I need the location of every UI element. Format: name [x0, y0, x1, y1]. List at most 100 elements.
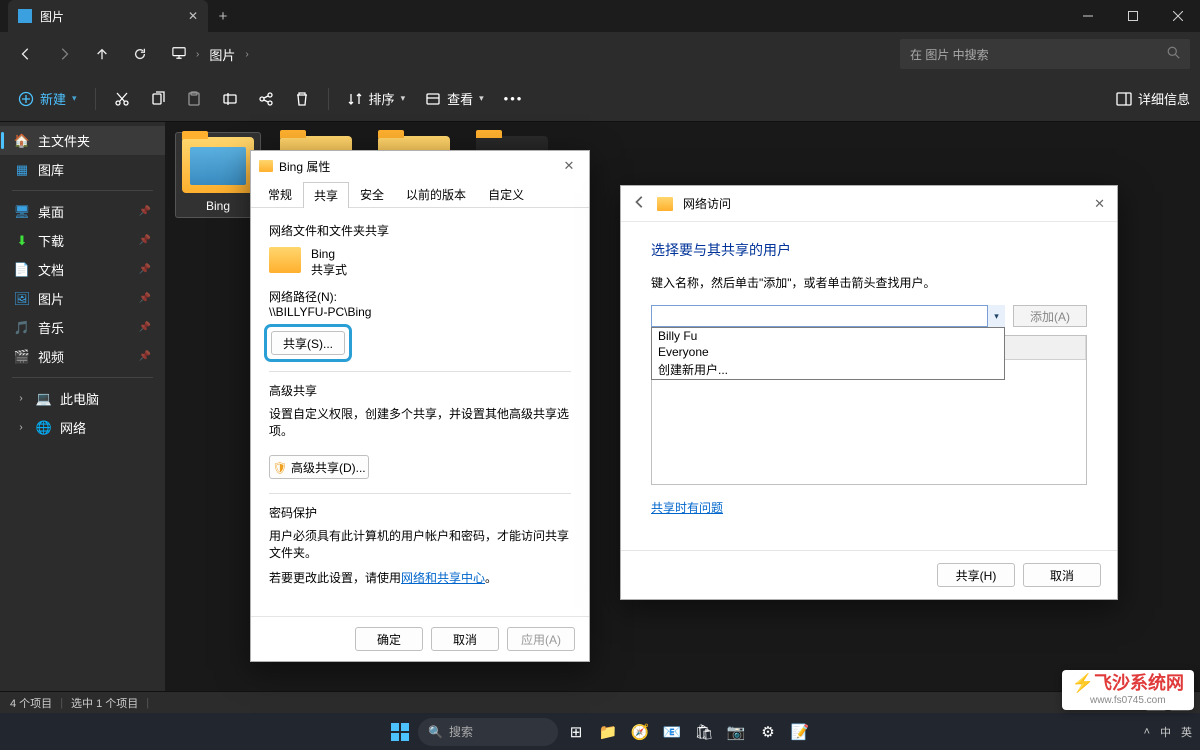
network-center-link[interactable]: 网络和共享中心	[401, 571, 485, 585]
taskbar-app-icon[interactable]: 🧭	[626, 718, 654, 746]
sidebar-item-downloads[interactable]: ⬇ 下载 📌	[0, 226, 165, 255]
item-count: 4 个项目	[10, 695, 52, 711]
user-input[interactable]	[651, 305, 1005, 327]
cancel-button[interactable]: 取消	[1023, 563, 1101, 587]
sidebar-item-gallery[interactable]: ▦ 图库	[0, 155, 165, 184]
dropdown-button[interactable]: ▾	[987, 305, 1005, 327]
window-tab[interactable]: 图片 ✕	[8, 0, 208, 32]
taskbar-search[interactable]: 🔍 搜索	[418, 718, 558, 746]
back-button[interactable]	[10, 38, 42, 70]
cut-button[interactable]	[106, 83, 138, 115]
forward-button[interactable]	[48, 38, 80, 70]
new-button[interactable]: 新建 ▾	[10, 83, 85, 115]
tray-chevron-icon[interactable]: ˄	[1144, 726, 1150, 738]
taskbar-app-icon[interactable]: 📷	[722, 718, 750, 746]
tab-sharing[interactable]: 共享	[303, 182, 349, 208]
sidebar-item-network[interactable]: › 🌐 网络	[0, 413, 165, 442]
pictures-icon	[18, 9, 32, 23]
chevron-down-icon: ▾	[401, 93, 406, 104]
close-button[interactable]	[1155, 0, 1200, 32]
sidebar-item-home[interactable]: 🏠 主文件夹	[0, 126, 165, 155]
sort-button[interactable]: 排序 ▾	[339, 83, 414, 115]
folder-name: Bing	[311, 247, 347, 261]
share-button[interactable]: 共享(H)	[937, 563, 1015, 587]
more-button[interactable]: •••	[496, 83, 532, 115]
sidebar-item-pictures[interactable]: 🖼 图片 📌	[0, 284, 165, 313]
dialog-titlebar[interactable]: Bing 属性 ✕	[251, 151, 589, 181]
close-icon[interactable]: ✕	[557, 158, 581, 174]
rename-button[interactable]	[214, 83, 246, 115]
share-button[interactable]	[250, 83, 282, 115]
ok-button[interactable]: 确定	[355, 627, 423, 651]
user-option[interactable]: Billy Fu	[652, 328, 1004, 344]
sidebar-item-desktop[interactable]: 🖥 桌面 📌	[0, 197, 165, 226]
network-path: \\BILLYFU-PC\Bing	[269, 305, 571, 319]
add-button[interactable]: 添加(A)	[1013, 305, 1087, 327]
chevron-right-icon: ›	[196, 49, 199, 60]
details-pane-button[interactable]: 详细信息	[1116, 89, 1190, 108]
pin-icon: 📌	[139, 264, 151, 275]
new-tab-button[interactable]: +	[208, 0, 238, 32]
sharing-help-link[interactable]: 共享时有问题	[651, 501, 723, 515]
share-button[interactable]: 共享(S)...	[271, 331, 345, 355]
password-description: 用户必须具有此计算机的用户帐户和密码，才能访问共享文件夹。	[269, 527, 571, 561]
user-dropdown-list: Billy Fu Everyone 创建新用户...	[651, 327, 1005, 380]
refresh-button[interactable]	[124, 38, 156, 70]
user-combobox[interactable]: ▾ Billy Fu Everyone 创建新用户...	[651, 305, 1005, 327]
navigation-pane: 🏠 主文件夹 ▦ 图库 🖥 桌面 📌 ⬇ 下载 📌 📄 文档 📌 🖼 图片 📌	[0, 122, 165, 714]
network-icon: 🌐	[36, 420, 52, 436]
sidebar-item-thispc[interactable]: › 💻 此电脑	[0, 384, 165, 413]
taskbar-app-icon[interactable]: 📧	[658, 718, 686, 746]
video-icon: 🎬	[14, 349, 30, 365]
search-placeholder: 在 图片 中搜索	[910, 46, 989, 63]
tab-general[interactable]: 常规	[257, 181, 303, 207]
paste-button[interactable]	[178, 83, 210, 115]
folder-icon	[259, 160, 273, 172]
user-option[interactable]: 创建新用户...	[652, 360, 1004, 379]
apply-button[interactable]: 应用(A)	[507, 627, 575, 651]
sidebar-item-music[interactable]: 🎵 音乐 📌	[0, 313, 165, 342]
sidebar-item-videos[interactable]: 🎬 视频 📌	[0, 342, 165, 371]
taskbar-app-icon[interactable]: 🛍	[690, 718, 718, 746]
computer-icon: 💻	[36, 391, 52, 407]
up-button[interactable]	[86, 38, 118, 70]
user-option[interactable]: Everyone	[652, 344, 1004, 360]
taskbar-app-icon[interactable]: ⚙	[754, 718, 782, 746]
section-heading: 密码保护	[269, 504, 571, 521]
ime-sub-indicator[interactable]: 英	[1181, 724, 1192, 740]
sidebar-item-documents[interactable]: 📄 文档 📌	[0, 255, 165, 284]
view-button[interactable]: 查看 ▾	[417, 83, 492, 115]
folder-icon	[657, 197, 673, 211]
breadcrumb[interactable]: › 图片 ›	[162, 45, 259, 64]
start-button[interactable]	[386, 718, 414, 746]
chevron-right-icon[interactable]: ›	[14, 393, 28, 404]
taskbar-app-icon[interactable]: 📝	[786, 718, 814, 746]
dialog-title: Bing 属性	[279, 158, 330, 175]
close-icon[interactable]: ✕	[1094, 196, 1105, 212]
advanced-share-button[interactable]: 🛡 高级共享(D)...	[269, 455, 369, 479]
chevron-right-icon: ›	[245, 49, 248, 60]
delete-button[interactable]	[286, 83, 318, 115]
close-tab-icon[interactable]: ✕	[188, 9, 198, 23]
minimize-button[interactable]	[1065, 0, 1110, 32]
dialog-header: 网络访问 ✕	[621, 186, 1117, 222]
section-description: 设置自定义权限，创建多个共享，并设置其他高级共享选项。	[269, 405, 571, 439]
tab-security[interactable]: 安全	[349, 181, 395, 207]
breadcrumb-item[interactable]: 图片	[209, 45, 235, 64]
search-icon: 🔍	[428, 725, 443, 739]
cancel-button[interactable]: 取消	[431, 627, 499, 651]
desktop-icon: 🖥	[14, 204, 30, 220]
chevron-right-icon[interactable]: ›	[14, 422, 28, 433]
back-icon[interactable]	[633, 195, 647, 212]
download-icon: ⬇	[14, 233, 30, 249]
tab-customize[interactable]: 自定义	[477, 181, 535, 207]
search-input[interactable]: 在 图片 中搜索	[900, 39, 1190, 69]
tab-previous[interactable]: 以前的版本	[395, 181, 477, 207]
ime-indicator[interactable]: 中	[1160, 724, 1171, 740]
folder-bing[interactable]: Bing	[175, 132, 261, 218]
maximize-button[interactable]	[1110, 0, 1155, 32]
task-view-icon[interactable]: ⊞	[562, 718, 590, 746]
taskbar-app-icon[interactable]: 📁	[594, 718, 622, 746]
system-tray[interactable]: ˄ 中 英	[1144, 724, 1192, 740]
copy-button[interactable]	[142, 83, 174, 115]
